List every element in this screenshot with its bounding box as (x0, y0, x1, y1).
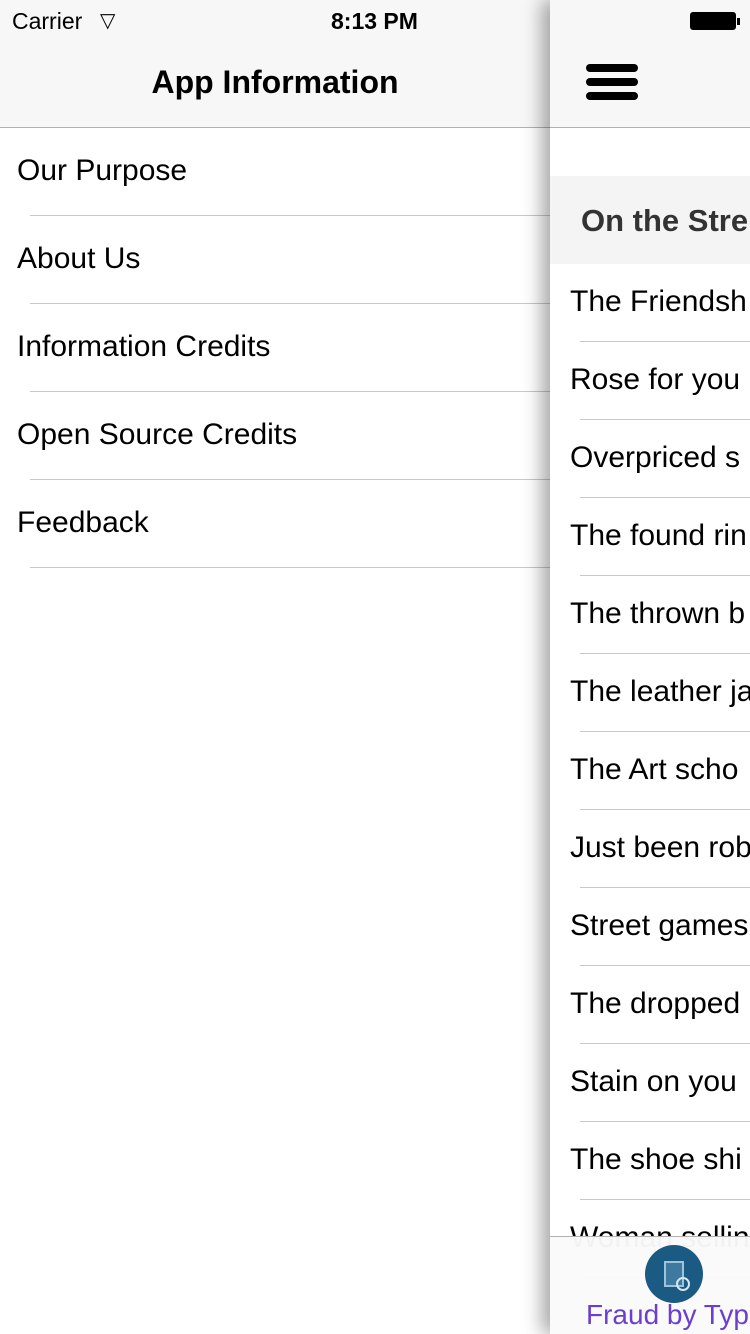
list-item-label: Stain on you (570, 1065, 737, 1098)
menu-item-information-credits[interactable]: Information Credits (0, 304, 550, 392)
tab-label: Fraud by Type (586, 1299, 750, 1330)
section-header: On the Stre (550, 176, 750, 264)
document-search-icon (645, 1245, 703, 1303)
menu-nav-bar: Carrier ▽ 8:13 PM App Information (0, 0, 550, 128)
menu-item-label: Open Source Credits (17, 418, 298, 451)
list-item[interactable]: Overpriced s (550, 420, 750, 498)
menu-item-label: Our Purpose (17, 154, 188, 187)
list-item-label: The Art scho (570, 753, 739, 786)
list-item[interactable]: The dropped (550, 966, 750, 1044)
carrier-label: Carrier (12, 8, 83, 34)
menu-item-feedback[interactable]: Feedback (0, 480, 550, 568)
section-title: On the Stre (581, 203, 749, 238)
tab-bar: Fraud by Type (550, 1236, 750, 1334)
list-item-label: The leather ja (570, 675, 750, 708)
list-item[interactable]: The thrown b (550, 576, 750, 654)
list-item[interactable]: Street games (550, 888, 750, 966)
menu-item-label: About Us (17, 242, 141, 275)
status-bar: Carrier ▽ 8:13 PM (0, 0, 550, 40)
list-item-label: The found rin (570, 519, 747, 552)
main-nav-bar (550, 0, 750, 128)
list-item[interactable]: The shoe shi (550, 1122, 750, 1200)
list-item[interactable]: The Friendsh (550, 264, 750, 342)
list-item[interactable]: The found rin (550, 498, 750, 576)
list-item-label: Overpriced s (570, 441, 741, 474)
list-item[interactable]: The leather ja (550, 654, 750, 732)
menu-item-our-purpose[interactable]: Our Purpose (0, 128, 550, 216)
menu-item-label: Feedback (17, 506, 149, 539)
list-item[interactable]: Just been rob (550, 810, 750, 888)
time-label: 8:13 PM (331, 8, 418, 34)
side-menu: Carrier ▽ 8:13 PM App Information Our Pu… (0, 0, 550, 1334)
battery-icon (690, 12, 740, 30)
menu-item-open-source-credits[interactable]: Open Source Credits (0, 392, 550, 480)
list-item-label: Rose for you (570, 363, 741, 396)
list-item[interactable]: Rose for you (550, 342, 750, 420)
list-item[interactable]: The Art scho (550, 732, 750, 810)
main-panel[interactable]: On the Stre The Friendsh Rose for you Ov… (550, 0, 750, 1334)
list-item-label: The shoe shi (570, 1143, 742, 1176)
hamburger-menu-icon[interactable] (586, 64, 638, 106)
menu-list: Our Purpose About Us Information Credits… (0, 128, 550, 568)
list-item[interactable]: Stain on you (550, 1044, 750, 1122)
page-title: App Information (151, 64, 399, 100)
list-item-label: Just been rob (570, 831, 750, 864)
menu-item-about-us[interactable]: About Us (0, 216, 550, 304)
list-item-label: The dropped (570, 987, 741, 1020)
menu-item-label: Information Credits (17, 330, 271, 363)
wifi-icon: ▽ (100, 10, 116, 32)
list-item-label: The thrown b (570, 597, 746, 630)
scam-list[interactable]: The Friendsh Rose for you Overpriced s T… (550, 264, 750, 1278)
list-item-label: The Friendsh (570, 285, 747, 318)
list-item-label: Street games (570, 909, 749, 942)
